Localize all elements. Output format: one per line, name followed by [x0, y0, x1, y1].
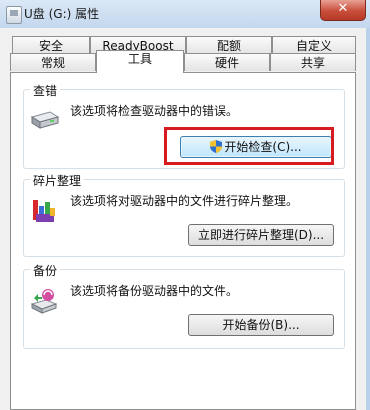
defrag-description: 该选项将对驱动器中的文件进行碎片整理。 [70, 194, 299, 208]
group-label: 查错 [30, 82, 61, 99]
window-title: U盘 (G:) 属性 [24, 7, 100, 21]
tab-label: 自定义 [295, 39, 332, 53]
disk-drive-icon [30, 111, 60, 129]
defrag-now-label: 立即进行碎片整理(D)... [197, 228, 325, 242]
error-check-description: 该选项将检查驱动器中的错误。 [70, 104, 239, 118]
start-backup-button[interactable]: 开始备份(B)... [188, 314, 334, 336]
tab-label: 硬件 [214, 56, 239, 70]
close-button[interactable]: ✕ [320, 0, 366, 21]
tab-tools[interactable]: 工具 [96, 50, 184, 73]
tab-label: 常规 [40, 56, 65, 70]
drive-icon [6, 6, 22, 24]
tab-content: 查错 该选项将检查驱动器中的错误。 开始检查(C)... 碎片整理 该选项将对驱… [10, 72, 356, 410]
tab-hardware[interactable]: 硬件 [184, 53, 270, 71]
tab-customize[interactable]: 自定义 [272, 36, 356, 54]
start-backup-label: 开始备份(B)... [222, 318, 300, 332]
tab-label: 安全 [38, 39, 63, 53]
defrag-group: 碎片整理 该选项将对驱动器中的文件进行碎片整理。 立即进行碎片整理(D)... [23, 172, 345, 257]
tab-general[interactable]: 常规 [10, 53, 96, 71]
tab-sharing[interactable]: 共享 [270, 53, 356, 71]
tab-label: 共享 [300, 56, 325, 70]
tab-label: 配额 [216, 39, 241, 53]
tab-quota[interactable]: 配额 [186, 36, 272, 54]
backup-group: 备份 该选项将备份驱动器中的文件。 开始备份(B)... [23, 262, 345, 349]
tab-security[interactable]: 安全 [12, 36, 90, 54]
group-label: 备份 [30, 262, 61, 279]
properties-dialog: 安全 ReadyBoost 配额 自定义 常规 工具 硬件 共享 查错 该选项将… [0, 28, 370, 410]
group-label: 碎片整理 [30, 172, 85, 189]
highlight-annotation [164, 127, 334, 165]
defrag-now-button[interactable]: 立即进行碎片整理(D)... [188, 224, 334, 246]
defrag-icon [33, 200, 55, 222]
title-bar[interactable]: U盘 (G:) 属性 ✕ [0, 0, 370, 29]
backup-icon [30, 289, 58, 314]
tab-label: 工具 [127, 52, 152, 66]
backup-description: 该选项将备份驱动器中的文件。 [70, 284, 239, 298]
